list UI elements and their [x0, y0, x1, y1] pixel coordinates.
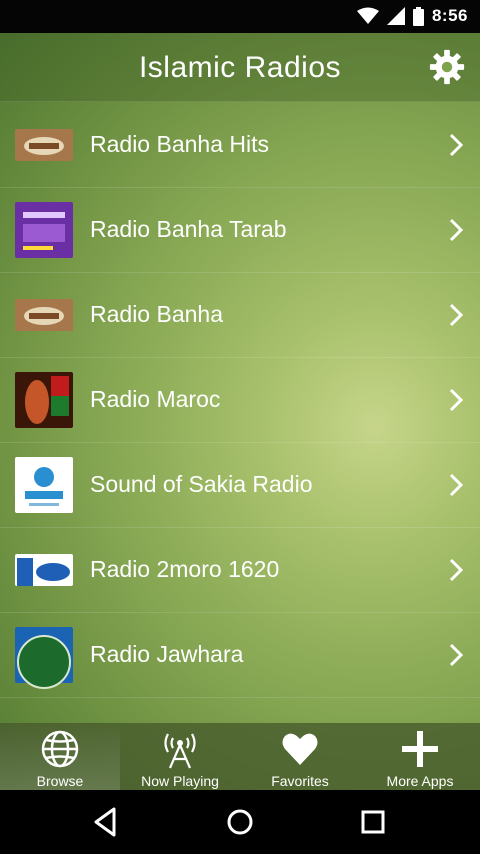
banhacity-logo — [15, 202, 73, 258]
chevron-right-icon — [449, 218, 464, 242]
chevron-right-icon — [449, 133, 464, 157]
bottom-tab-bar: Browse Now Playing Favorites More Apps — [0, 723, 480, 790]
maroc-logo — [15, 372, 73, 428]
banha-logo — [15, 299, 73, 331]
battery-icon — [412, 6, 424, 26]
station-name: Radio Banha Hits — [90, 131, 269, 157]
home-icon[interactable] — [222, 804, 258, 840]
page-title: Islamic Radios — [138, 51, 342, 84]
app-screen: Islamic Radios Radio Banha Hits Radio Ba… — [0, 33, 480, 790]
station-logo — [17, 635, 71, 689]
status-bar: 8:56 — [0, 0, 480, 33]
banha-logo — [15, 129, 73, 161]
station-row[interactable]: Sound of Sakia Radio — [0, 443, 480, 528]
station-name: Radio 2moro 1620 — [90, 556, 280, 582]
back-icon[interactable] — [88, 804, 124, 840]
station-list: Radio Banha Hits Radio Banha Tarab Radio… — [0, 103, 480, 698]
app-header: Islamic Radios — [0, 33, 480, 102]
signal-icon — [386, 7, 405, 25]
sakia-logo — [15, 457, 73, 513]
station-row[interactable]: Radio 2moro 1620 — [0, 528, 480, 613]
system-nav-bar — [0, 790, 480, 854]
station-row[interactable]: Radio Banha — [0, 273, 480, 358]
station-row[interactable]: Radio Maroc — [0, 358, 480, 443]
globe-icon — [41, 730, 79, 768]
tab-browse[interactable]: Browse — [0, 723, 120, 790]
antenna-icon — [164, 733, 196, 769]
chevron-right-icon — [449, 558, 464, 582]
tab-label: Browse — [36, 773, 84, 789]
station-row-partial[interactable] — [0, 621, 480, 689]
station-name: Radio Banha Tarab — [90, 216, 287, 242]
tab-label: More Apps — [386, 773, 454, 789]
station-name: Radio Maroc — [90, 386, 221, 412]
plus-icon — [402, 731, 438, 767]
tab-now-playing[interactable]: Now Playing — [120, 723, 240, 790]
station-row[interactable]: Radio Banha Tarab — [0, 188, 480, 273]
gear-icon[interactable] — [428, 48, 466, 86]
station-name: Sound of Sakia Radio — [90, 471, 313, 497]
tab-label: Now Playing — [141, 773, 219, 789]
tab-more-apps[interactable]: More Apps — [360, 723, 480, 790]
chevron-right-icon — [449, 303, 464, 327]
station-row[interactable]: Radio Banha Hits — [0, 103, 480, 188]
tab-favorites[interactable]: Favorites — [240, 723, 360, 790]
clock: 8:56 — [431, 6, 468, 25]
recents-icon[interactable] — [355, 804, 391, 840]
2moro-logo — [15, 554, 73, 586]
station-name: Radio Banha — [90, 301, 223, 327]
wifi-icon — [356, 7, 379, 24]
tab-label: Favorites — [271, 773, 329, 789]
chevron-right-icon — [449, 473, 464, 497]
chevron-right-icon — [449, 388, 464, 412]
heart-icon — [282, 733, 318, 765]
